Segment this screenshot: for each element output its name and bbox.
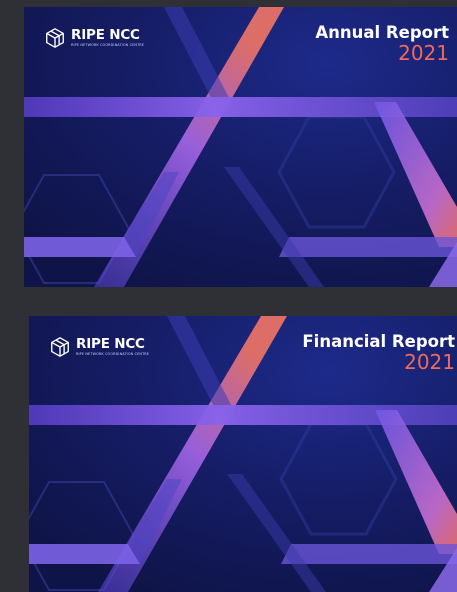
report-year: 2021 [398, 41, 449, 66]
ripe-ncc-logo: RIPE NCC RIPE NETWORK COORDINATION CENTR… [49, 336, 149, 358]
logo-text: RIPE NCC RIPE NETWORK COORDINATION CENTR… [71, 26, 145, 48]
brand-name: RIPE NCC [76, 335, 145, 352]
ripe-ncc-logo: RIPE NCC RIPE NETWORK COORDINATION CENTR… [44, 27, 144, 49]
brand-tagline: RIPE NETWORK COORDINATION CENTRE [76, 352, 150, 357]
ripe-ncc-logo-icon [46, 28, 64, 48]
logo-text: RIPE NCC RIPE NETWORK COORDINATION CENTR… [76, 335, 150, 357]
document-viewer[interactable]: RIPE NCC RIPE NETWORK COORDINATION CENTR… [0, 0, 457, 592]
ripe-ncc-logo-icon [51, 337, 69, 357]
report-title-block: Annual Report 2021 [315, 24, 449, 64]
document-page-financial-report[interactable]: RIPE NCC RIPE NETWORK COORDINATION CENTR… [29, 316, 457, 592]
report-year: 2021 [404, 350, 455, 375]
report-title: Annual Report [315, 23, 449, 42]
document-page-annual-report[interactable]: RIPE NCC RIPE NETWORK COORDINATION CENTR… [24, 7, 457, 287]
report-title-block: Financial Report 2021 [302, 333, 455, 373]
brand-tagline: RIPE NETWORK COORDINATION CENTRE [71, 43, 145, 48]
brand-name: RIPE NCC [71, 26, 140, 43]
report-title: Financial Report [302, 332, 455, 351]
